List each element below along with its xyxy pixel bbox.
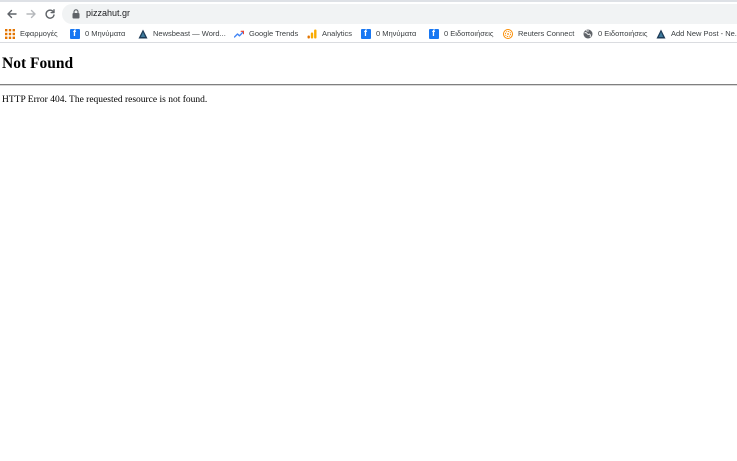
apps-grid-icon xyxy=(5,28,15,39)
bookmark-reuters-connect[interactable]: Reuters Connect xyxy=(503,27,574,40)
bookmark-label: 0 Μηνύματα xyxy=(85,29,126,38)
back-arrow-icon xyxy=(7,9,17,19)
bookmark-add-new-post[interactable]: Add New Post - Ne... xyxy=(656,27,737,40)
bookmark-label: Analytics xyxy=(322,29,353,38)
bookmark-google-trends[interactable]: Google Trends xyxy=(234,27,298,40)
reload-icon xyxy=(45,9,55,19)
page-title: Not Found xyxy=(2,55,74,72)
bookmark-newsbeast[interactable]: Newsbeast — Word... xyxy=(138,27,226,40)
bookmark-facebook-notifications[interactable]: 0 Ειδοποιήσεις xyxy=(429,27,494,40)
reuters-icon xyxy=(503,28,513,39)
browser-window: pizzahut.gr Εφαρμογές 0 Μηνύματα Ne xyxy=(0,0,737,461)
facebook-icon xyxy=(70,28,80,39)
bookmark-facebook-messages-2[interactable]: 0 Μηνύματα xyxy=(361,27,416,40)
analytics-icon xyxy=(307,29,317,38)
bookmark-label: 0 Ειδοποιήσεις xyxy=(598,29,648,38)
globe-icon xyxy=(583,29,593,38)
forward-arrow-icon xyxy=(26,9,36,19)
bookmark-label: Reuters Connect xyxy=(518,29,575,38)
address-bar[interactable]: pizzahut.gr xyxy=(62,4,737,24)
facebook-icon xyxy=(361,28,371,39)
bookmark-facebook-messages[interactable]: 0 Μηνύματα xyxy=(70,27,125,40)
bookmark-label: Εφαρμογές xyxy=(20,29,58,38)
bookmark-label: Add New Post - Ne... xyxy=(671,29,737,38)
back-button[interactable] xyxy=(3,5,21,23)
horizontal-rule xyxy=(0,84,737,86)
wordpress-icon xyxy=(656,29,666,38)
reload-button[interactable] xyxy=(41,5,59,23)
forward-button[interactable] xyxy=(22,5,40,23)
page-content: Not Found HTTP Error 404. The requested … xyxy=(0,44,737,461)
bookmark-apps[interactable]: Εφαρμογές xyxy=(5,27,58,40)
wordpress-icon xyxy=(138,29,148,38)
bookmark-label: 0 Ειδοποιήσεις xyxy=(444,29,494,38)
bookmark-label: 0 Μηνύματα xyxy=(376,29,417,38)
navigation-bar: pizzahut.gr xyxy=(0,0,737,24)
bookmarks-bar: Εφαρμογές 0 Μηνύματα Newsbeast — Word...… xyxy=(0,24,737,43)
error-message: HTTP Error 404. The requested resource i… xyxy=(2,95,208,105)
bookmark-notifications-globe[interactable]: 0 Ειδοποιήσεις xyxy=(583,27,648,40)
url-text[interactable]: pizzahut.gr xyxy=(86,8,130,18)
facebook-icon xyxy=(429,28,439,39)
trends-icon xyxy=(234,30,244,38)
bookmark-analytics[interactable]: Analytics xyxy=(307,27,352,40)
bookmark-label: Google Trends xyxy=(249,29,299,38)
bookmark-label: Newsbeast — Word... xyxy=(153,29,226,38)
lock-icon[interactable] xyxy=(72,9,80,19)
